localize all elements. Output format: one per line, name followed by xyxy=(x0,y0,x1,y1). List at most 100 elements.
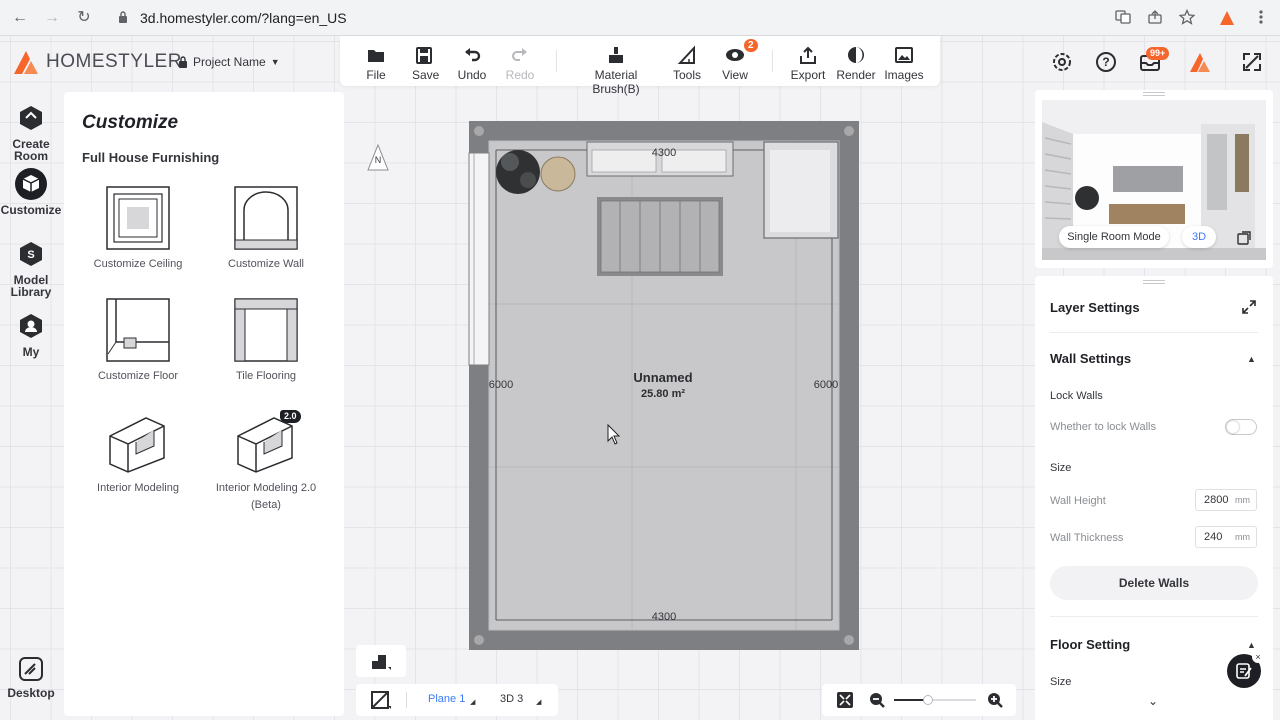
zoom-slider[interactable] xyxy=(894,695,976,705)
collapse-icon[interactable]: ▲ xyxy=(1247,640,1256,650)
nav-create-room[interactable]: Create Room xyxy=(0,102,62,162)
model-library-icon: S xyxy=(20,242,42,266)
chevron-down-icon: ▼ xyxy=(270,57,280,67)
help-icon[interactable]: ? xyxy=(1094,50,1118,74)
drag-handle[interactable] xyxy=(1143,92,1165,96)
back-icon[interactable]: ← xyxy=(10,8,30,28)
view-button[interactable]: View 2 xyxy=(720,39,758,82)
images-button[interactable]: Images xyxy=(884,44,924,82)
preview-panel[interactable]: Single Room Mode 3D xyxy=(1035,90,1273,268)
export-icon xyxy=(800,46,816,64)
view-badge: 2 xyxy=(744,39,758,52)
customize-icon xyxy=(15,168,47,200)
lock-walls-desc: Whether to lock Walls xyxy=(1050,421,1156,433)
left-nav-rail: Create Room Customize S Model Library My xyxy=(0,90,62,720)
desktop-icon xyxy=(19,657,43,681)
scroll-down-icon[interactable]: ⌄ xyxy=(1148,694,1158,708)
wall-thickness-input[interactable]: 240 mm xyxy=(1195,526,1257,548)
settings-panel: Layer Settings Wall Settings ▲ Lock Wall… xyxy=(1035,276,1273,720)
tile-tile-flooring[interactable]: Tile Flooring xyxy=(202,298,330,385)
expand-icon[interactable] xyxy=(1241,299,1257,315)
fit-view-icon[interactable] xyxy=(836,691,854,709)
interior-modeling-icon xyxy=(109,417,165,473)
nav-my[interactable]: My xyxy=(0,310,62,358)
homestyler-app-icon[interactable] xyxy=(1188,50,1212,74)
floor-plan-tool-button[interactable] xyxy=(356,645,406,677)
section-title: Full House Furnishing xyxy=(82,150,220,165)
version-badge: 2.0 xyxy=(280,410,301,423)
paint-brush-icon xyxy=(609,47,623,63)
zoom-in-icon[interactable] xyxy=(986,691,1004,709)
undo-button[interactable]: Undo xyxy=(456,44,488,82)
ceiling-icon xyxy=(106,186,170,250)
chevron-down-icon: ◢ xyxy=(536,699,542,706)
folder-icon xyxy=(368,50,384,62)
reload-icon[interactable]: ↻ xyxy=(74,8,94,28)
brand-logo-icon xyxy=(14,51,38,74)
forward-icon[interactable]: → xyxy=(42,8,62,28)
save-button[interactable]: Save xyxy=(412,44,439,82)
nav-model-library[interactable]: S Model Library xyxy=(0,238,62,298)
lock-walls-toggle[interactable] xyxy=(1225,419,1257,435)
chevron-down-icon: ◢ xyxy=(470,699,476,706)
inbox-button[interactable]: 99+ xyxy=(1138,47,1170,74)
tools-button[interactable]: Tools xyxy=(672,44,702,82)
translate-icon[interactable] xyxy=(1114,9,1132,27)
nav-customize[interactable]: Customize xyxy=(0,168,62,216)
file-button[interactable]: File xyxy=(364,44,388,82)
lock-icon xyxy=(119,11,127,23)
wall-settings-title: Wall Settings xyxy=(1050,351,1132,366)
single-room-mode-toggle[interactable]: Single Room Mode xyxy=(1059,226,1169,248)
tile-flooring-icon xyxy=(234,298,298,362)
menu-icon[interactable] xyxy=(1252,9,1270,27)
tile-interior-modeling-2[interactable]: 2.0 Interior Modeling 2.0 (Beta) xyxy=(202,410,330,514)
zoom-slider-handle[interactable] xyxy=(923,695,933,705)
export-button[interactable]: Export xyxy=(788,44,828,82)
bookmark-star-icon[interactable] xyxy=(1178,8,1196,27)
main-toolbar: File Save Undo Redo Material Brush(B) To… xyxy=(340,36,940,96)
redo-icon xyxy=(512,48,527,61)
close-icon[interactable]: × xyxy=(1252,651,1264,663)
address-bar[interactable]: 3d.homestyler.com/?lang=en_US xyxy=(108,4,1218,32)
lock-icon xyxy=(179,56,187,68)
floor-setting-title: Floor Setting xyxy=(1050,637,1131,652)
material-brush-button[interactable]: Material Brush(B) xyxy=(572,44,660,96)
render-button[interactable]: Render xyxy=(836,44,876,82)
svg-text:?: ? xyxy=(1102,55,1109,69)
tile-interior-modeling[interactable]: Interior Modeling xyxy=(74,410,202,497)
zoom-out-icon[interactable] xyxy=(868,691,886,709)
wall-height-input[interactable]: 2800 mm xyxy=(1195,489,1257,511)
homestyler-logo[interactable]: HOMESTYLER xyxy=(12,47,182,77)
nav-desktop[interactable]: Desktop xyxy=(0,656,62,700)
drag-handle[interactable] xyxy=(1143,280,1165,284)
save-icon xyxy=(416,47,432,64)
tile-customize-ceiling[interactable]: Customize Ceiling xyxy=(74,186,202,273)
redo-button[interactable]: Redo xyxy=(504,44,536,82)
project-name-dropdown[interactable]: Project Name ▼ xyxy=(178,55,280,69)
plane-selector[interactable]: Plane 1 xyxy=(428,693,465,705)
floorplan-icon xyxy=(372,655,391,670)
extension-icon[interactable] xyxy=(1218,9,1236,27)
divider xyxy=(1050,332,1258,333)
popout-icon[interactable] xyxy=(1236,230,1252,246)
share-icon[interactable] xyxy=(1146,9,1164,27)
view-3d-selector[interactable]: 3D 3 xyxy=(500,693,523,705)
render-icon xyxy=(848,47,864,63)
2d-view-icon[interactable] xyxy=(370,690,392,710)
wall-icon xyxy=(234,186,298,250)
delete-walls-button[interactable]: Delete Walls xyxy=(1050,566,1258,600)
divider xyxy=(1050,616,1258,617)
toolbar-divider xyxy=(772,50,773,72)
feedback-button[interactable]: × xyxy=(1227,651,1264,688)
fullscreen-icon[interactable] xyxy=(1240,50,1264,74)
settings-gear-icon[interactable] xyxy=(1050,50,1074,74)
wall-height-label: Wall Height xyxy=(1050,495,1106,507)
tile-customize-wall[interactable]: Customize Wall xyxy=(202,186,330,273)
collapse-icon[interactable]: ▲ xyxy=(1247,354,1256,364)
customize-panel: Customize Full House Furnishing Customiz… xyxy=(64,92,344,716)
url-text: 3d.homestyler.com/?lang=en_US xyxy=(140,10,347,26)
view-3d-button[interactable]: 3D xyxy=(1182,226,1216,248)
layer-settings-title: Layer Settings xyxy=(1050,300,1140,315)
tile-customize-floor[interactable]: Customize Floor xyxy=(74,298,202,385)
inbox-badge: 99+ xyxy=(1146,47,1170,60)
